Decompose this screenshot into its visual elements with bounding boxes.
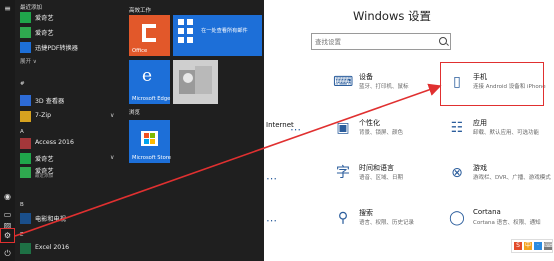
section-e[interactable]: E — [20, 232, 23, 238]
tile-photos[interactable] — [173, 60, 218, 104]
tile-store[interactable]: Microsoft Store — [129, 120, 171, 163]
accounts-partial-icon: ⋯ — [266, 172, 277, 185]
time-language-icon: 字 — [336, 165, 350, 181]
mail-icons — [178, 19, 193, 43]
settings-item-search[interactable]: ⚲ 搜索 语言、权限、历史记录 — [333, 208, 451, 238]
section-hash[interactable]: # — [20, 81, 25, 87]
personalization-icon: ▣ — [336, 120, 350, 136]
pdf-converter-icon — [20, 42, 31, 53]
tile-office[interactable]: Office — [129, 15, 170, 56]
hamburger-icon[interactable]: ≡ — [3, 4, 12, 13]
section-a[interactable]: A — [20, 129, 24, 135]
app-item-iqiyi-2[interactable]: 爱奇艺 — [20, 26, 120, 40]
iqiyi-icon — [20, 153, 31, 164]
logo-mark-icon: ⌨ — [544, 242, 553, 250]
iqiyi-icon — [20, 167, 31, 178]
app-item-3d-viewer[interactable]: 3D 查看器 — [20, 94, 120, 108]
ease-partial-icon: ⋯ — [266, 214, 277, 227]
settings-title: Windows 设置 — [353, 9, 431, 23]
expand-button[interactable]: 展开 ∨ — [20, 57, 120, 67]
settings-item-gaming[interactable]: ⊗ 游戏 游戏栏、DVR、广播、游戏模式 — [447, 163, 554, 193]
photo-thumbnail-icon — [173, 60, 218, 104]
settings-highlight-box — [0, 228, 15, 243]
logo-mark-icon: 中 — [524, 242, 532, 250]
settings-search-input[interactable] — [315, 35, 435, 48]
start-menu: ≡ ◉ ▭ ▨ ⚙ ⏻ 最近添加 爱奇艺 爱奇艺 迅捷PDF转换器 展开 ∨ #… — [0, 0, 264, 261]
settings-item-personalization[interactable]: ▣ 个性化 背景、锁屏、颜色 — [333, 118, 451, 148]
devices-icon: ⌨ — [333, 74, 354, 90]
group-title-browse: 浏览 — [129, 110, 141, 116]
chevron-down-icon: ∨ — [110, 112, 115, 119]
power-icon[interactable]: ⏻ — [3, 249, 12, 258]
settings-search-box[interactable] — [311, 33, 451, 50]
logo-mark-icon: · — [534, 242, 542, 250]
search-settings-icon: ⚲ — [337, 210, 349, 226]
cortana-icon: ◯ — [449, 210, 465, 226]
user-icon[interactable]: ◉ — [3, 192, 12, 201]
app-item-iqiyi-3[interactable]: 爱奇艺 最近添加 — [20, 166, 120, 182]
apps-icon: ☷ — [450, 120, 464, 136]
folder-icon — [20, 111, 31, 122]
settings-item-time-language[interactable]: 字 时间和语言 语音、区域、日期 — [333, 163, 451, 193]
app-item-movies-tv[interactable]: 电影和电视 — [20, 212, 120, 226]
settings-item-devices[interactable]: ⌨ 设备 蓝牙、打印机、鼠标 — [333, 72, 451, 102]
app-item-iqiyi-folder[interactable]: 爱奇艺 ∨ — [20, 152, 120, 166]
access-icon — [20, 138, 31, 149]
chevron-down-icon: ∨ — [110, 154, 115, 161]
settings-item-cortana[interactable]: ◯ Cortana Cortana 语言、权限、通知 — [447, 208, 554, 238]
logo-mark-icon: S — [514, 242, 522, 250]
iqiyi-icon — [20, 12, 31, 23]
app-item-excel[interactable]: Excel 2016 — [20, 242, 120, 256]
documents-icon[interactable]: ▭ — [3, 210, 12, 219]
recent-header: 最近添加 — [20, 5, 43, 11]
group-title-productivity: 高效工作 — [129, 8, 152, 14]
app-item-pdf-converter[interactable]: 迅捷PDF转换器 — [20, 41, 120, 55]
section-b[interactable]: B — [20, 202, 24, 208]
gaming-icon: ⊗ — [451, 165, 463, 181]
phone-highlight-box — [440, 62, 544, 106]
excel-icon — [20, 243, 31, 254]
3d-viewer-icon — [20, 95, 31, 106]
tile-edge[interactable]: e Microsoft Edge — [129, 60, 170, 104]
search-icon — [439, 37, 447, 45]
start-rail: ≡ ◉ ▭ ▨ ⚙ ⏻ — [0, 0, 15, 261]
watermark-logo: S 中 · ⌨ — [511, 239, 553, 253]
edge-icon: e — [142, 66, 153, 86]
iqiyi-icon — [20, 27, 31, 38]
app-item-iqiyi[interactable]: 爱奇艺 — [20, 11, 120, 25]
vpn-icon: ⋯ — [290, 123, 301, 136]
app-list: 最近添加 爱奇艺 爱奇艺 迅捷PDF转换器 展开 ∨ # 3D 查看器 7-Zi… — [16, 0, 120, 261]
app-item-access[interactable]: Access 2016 — [20, 137, 120, 151]
movies-tv-icon — [20, 213, 31, 224]
settings-item-apps[interactable]: ☷ 应用 卸载、默认应用、可选功能 — [447, 118, 554, 148]
tile-mail[interactable]: 在一处查看所有邮件 — [173, 15, 262, 56]
app-item-7zip[interactable]: 7-Zip ∨ — [20, 110, 120, 124]
tiles-panel: 高效工作 Office 在一处查看所有邮件 e Microsoft Edge 浏… — [126, 0, 264, 261]
